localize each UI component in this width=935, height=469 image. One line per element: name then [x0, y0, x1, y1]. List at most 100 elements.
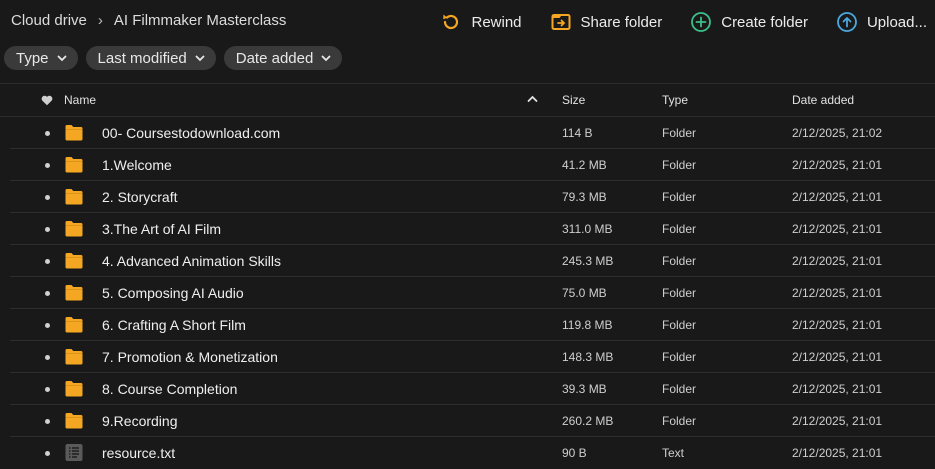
row-dot-icon — [45, 419, 50, 424]
row-name[interactable]: 5. Composing AI Audio — [102, 285, 244, 301]
share-folder-button[interactable]: Share folder — [550, 11, 663, 33]
breadcrumb: Cloud drive › AI Filmmaker Masterclass — [11, 12, 286, 29]
row-size: 119.8 MB — [562, 318, 613, 332]
row-name[interactable]: 8. Course Completion — [102, 381, 237, 397]
row-date-added: 2/12/2025, 21:01 — [792, 190, 883, 204]
heart-icon[interactable] — [41, 95, 53, 106]
row-name[interactable]: resource.txt — [102, 445, 175, 461]
column-header-type[interactable]: Type — [662, 93, 688, 107]
folder-icon — [65, 253, 83, 269]
row-dot-icon — [45, 131, 50, 136]
sort-ascending-icon[interactable] — [527, 95, 538, 103]
row-type: Folder — [662, 350, 697, 364]
row-size: 90 B — [562, 446, 587, 460]
breadcrumb-current: AI Filmmaker Masterclass — [113, 12, 287, 29]
row-date-added: 2/12/2025, 21:01 — [792, 318, 883, 332]
upload-button[interactable]: Upload... — [836, 11, 927, 33]
toolbar-actions: Rewind Share folder Create folder Upload… — [440, 8, 935, 36]
upload-icon — [837, 12, 857, 32]
table-row[interactable]: 9.Recording 260.2 MB Folder 2/12/2025, 21:0… — [10, 405, 935, 437]
folder-icon — [65, 125, 83, 141]
row-dot-icon — [45, 355, 50, 360]
row-type: Folder — [662, 318, 697, 332]
column-header-size[interactable]: Size — [562, 93, 585, 107]
table-row[interactable]: 5. Composing AI Audio 75.0 MB Folder 2/12/2… — [10, 277, 935, 309]
table-row[interactable]: 7. Promotion & Monetization 148.3 MB Folde… — [10, 341, 935, 373]
row-dot-icon — [45, 227, 50, 232]
filter-type-label: Type — [16, 49, 49, 67]
row-dot-icon — [45, 291, 50, 296]
row-size: 39.3 MB — [562, 382, 607, 396]
rewind-label: Rewind — [471, 13, 522, 31]
folder-icon — [65, 189, 83, 205]
row-size: 311.0 MB — [562, 222, 613, 236]
folder-icon — [65, 317, 83, 333]
table-row[interactable]: 1.Welcome 41.2 MB Folder 2/12/2025, 21:01 — [10, 149, 935, 181]
table-body: 00- Coursestodownload.com 114 B Folder 2/12… — [0, 117, 935, 469]
share-folder-label: Share folder — [580, 13, 663, 31]
filter-last-modified-label: Last modified — [97, 49, 187, 67]
row-date-added: 2/12/2025, 21:01 — [792, 286, 883, 300]
row-name[interactable]: 6. Crafting A Short Film — [102, 317, 246, 333]
filter-date-added[interactable]: Date added — [223, 46, 343, 70]
table-row[interactable]: 6. Crafting A Short Film 119.8 MB Folder 2/… — [10, 309, 935, 341]
row-dot-icon — [45, 451, 50, 456]
row-date-added: 2/12/2025, 21:01 — [792, 158, 883, 172]
file-table: Name Size Type Date added 00- Coursestod… — [0, 83, 935, 469]
rewind-icon — [443, 14, 459, 30]
rewind-button[interactable]: Rewind — [440, 11, 522, 33]
row-dot-icon — [45, 323, 50, 328]
row-type: Folder — [662, 382, 697, 396]
row-dot-icon — [45, 195, 50, 200]
row-type: Text — [662, 446, 685, 460]
row-dot-icon — [45, 259, 50, 264]
chevron-down-icon — [57, 55, 66, 61]
row-type: Folder — [662, 286, 697, 300]
row-size: 79.3 MB — [562, 190, 607, 204]
row-type: Folder — [662, 126, 697, 140]
row-type: Folder — [662, 222, 697, 236]
column-header-date-added[interactable]: Date added — [792, 93, 854, 107]
table-row[interactable]: 8. Course Completion 39.3 MB Folder 2/12/20… — [10, 373, 935, 405]
row-type: Folder — [662, 158, 697, 172]
column-header-name[interactable]: Name — [64, 93, 96, 107]
row-name[interactable]: 2. Storycraft — [102, 189, 177, 205]
table-row[interactable]: 3.The Art of AI Film 311.0 MB Folder 2/12/2… — [10, 213, 935, 245]
chevron-down-icon — [195, 55, 205, 61]
text-file-icon — [65, 444, 83, 461]
table-row[interactable]: 00- Coursestodownload.com 114 B Folder 2/12… — [10, 117, 935, 149]
table-row[interactable]: 4. Advanced Animation Skills 245.3 MB Fold… — [10, 245, 935, 277]
table-header: Name Size Type Date added — [0, 83, 935, 117]
table-row[interactable]: resource.txt 90 B Text 2/12/2025, 21:01 — [10, 437, 935, 469]
filter-type[interactable]: Type — [4, 46, 78, 70]
row-date-added: 2/12/2025, 21:01 — [792, 222, 883, 236]
row-name[interactable]: 4. Advanced Animation Skills — [102, 253, 281, 269]
filter-bar: Type Last modified Date added — [4, 46, 350, 70]
row-date-added: 2/12/2025, 21:01 — [792, 254, 883, 268]
row-name[interactable]: 7. Promotion & Monetization — [102, 349, 278, 365]
chevron-right-icon: › — [97, 12, 103, 29]
row-size: 260.2 MB — [562, 414, 614, 428]
create-folder-button[interactable]: Create folder — [690, 11, 808, 33]
row-type: Folder — [662, 414, 697, 428]
row-date-added: 2/12/2025, 21:01 — [792, 446, 883, 460]
create-folder-label: Create folder — [721, 13, 808, 31]
upload-label: Upload... — [866, 13, 927, 31]
table-row[interactable]: 2. Storycraft 79.3 MB Folder 2/12/2025, 21:… — [10, 181, 935, 213]
filter-date-added-label: Date added — [235, 49, 314, 67]
plus-circle-icon — [691, 12, 712, 32]
folder-icon — [65, 413, 83, 429]
row-name[interactable]: 00- Coursestodownload.com — [102, 125, 280, 141]
row-name[interactable]: 9.Recording — [102, 413, 178, 429]
row-size: 114 B — [562, 126, 593, 140]
row-name[interactable]: 3.The Art of AI Film — [102, 221, 221, 237]
breadcrumb-root[interactable]: Cloud drive — [11, 12, 87, 29]
row-name[interactable]: 1.Welcome — [102, 157, 172, 173]
folder-icon — [65, 221, 83, 237]
row-size: 75.0 MB — [562, 286, 607, 300]
folder-icon — [65, 381, 83, 397]
row-date-added: 2/12/2025, 21:01 — [792, 414, 883, 428]
row-date-added: 2/12/2025, 21:02 — [792, 126, 883, 140]
filter-last-modified[interactable]: Last modified — [85, 46, 216, 70]
folder-icon — [65, 349, 83, 365]
